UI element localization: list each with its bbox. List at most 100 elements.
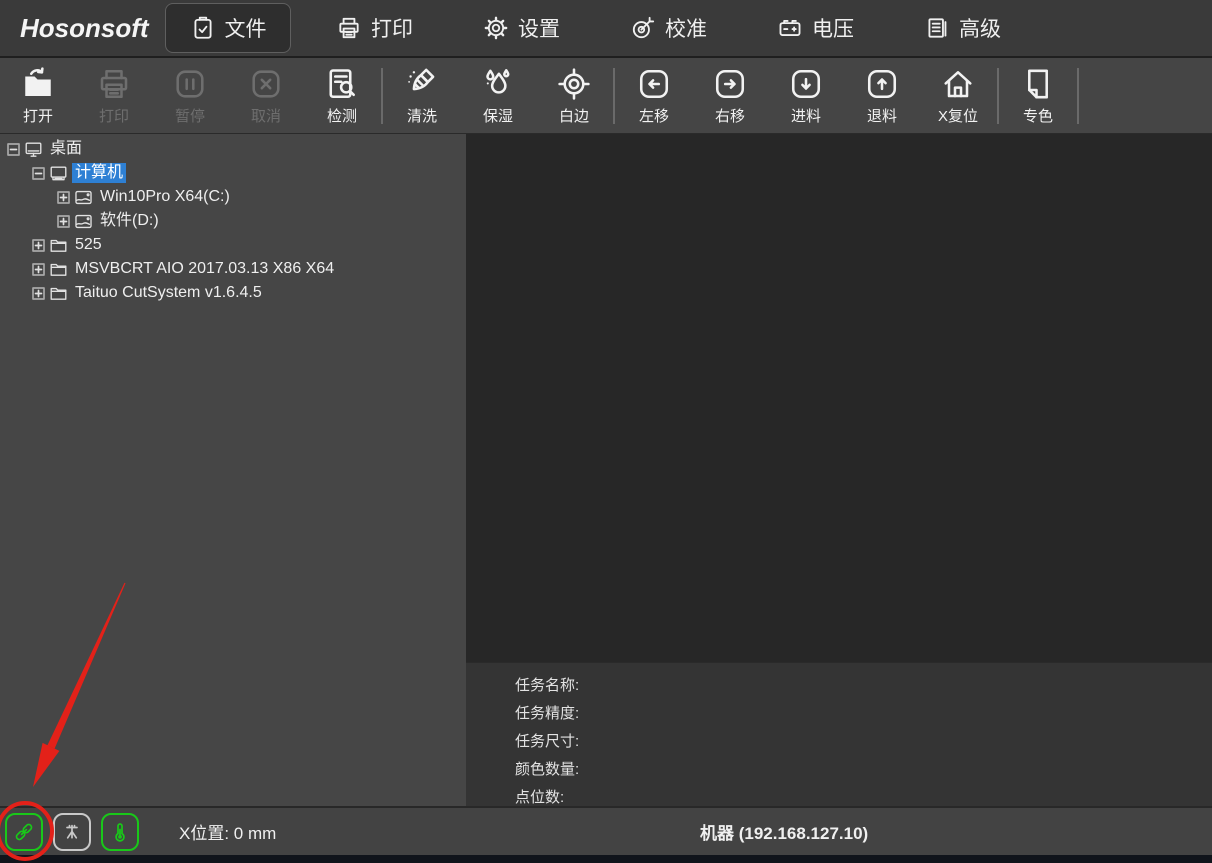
pause-square-icon bbox=[172, 66, 208, 102]
folded-page-icon bbox=[1020, 66, 1056, 102]
tool-x-reset[interactable]: X复位 bbox=[920, 60, 996, 132]
tool-pause[interactable]: 暂停 bbox=[152, 60, 228, 132]
tree-item-label: Taituo CutSystem v1.6.4.5 bbox=[72, 283, 265, 303]
home-icon bbox=[940, 66, 976, 102]
drive-icon bbox=[74, 188, 93, 207]
tree-item-folder-msvbcrt[interactable]: MSVBCRT AIO 2017.03.13 X86 X64 bbox=[0, 257, 466, 281]
task-size-label: 任务尺寸: bbox=[515, 726, 1212, 754]
tool-label: 打开 bbox=[23, 105, 53, 126]
arrow-down-square-icon bbox=[788, 66, 824, 102]
brush-icon bbox=[404, 66, 440, 102]
expand-toggle-icon[interactable] bbox=[57, 215, 70, 228]
nozzle-status-button[interactable] bbox=[53, 813, 91, 851]
temperature-status-button[interactable] bbox=[101, 813, 139, 851]
tree-item-label: 525 bbox=[72, 235, 105, 255]
tree-item-label: 软件(D:) bbox=[97, 211, 162, 231]
tree-item-drive-c[interactable]: Win10Pro X64(C:) bbox=[0, 185, 466, 209]
tab-label: 打印 bbox=[371, 13, 413, 43]
arrow-left-square-icon bbox=[636, 66, 672, 102]
arrow-right-square-icon bbox=[712, 66, 748, 102]
tab-label: 设置 bbox=[518, 13, 560, 43]
tab-voltage[interactable]: 电压 bbox=[742, 0, 889, 56]
toolbar-separator bbox=[997, 68, 999, 124]
printer-icon bbox=[96, 66, 132, 102]
tool-print[interactable]: 打印 bbox=[76, 60, 152, 132]
tool-label: 暂停 bbox=[175, 105, 205, 126]
tree-item-label: 桌面 bbox=[47, 139, 85, 159]
computer-icon bbox=[49, 164, 68, 183]
document-search-icon bbox=[324, 66, 360, 102]
tab-calibration[interactable]: 校准 bbox=[595, 0, 742, 56]
tool-moisturize[interactable]: 保湿 bbox=[460, 60, 536, 132]
expand-toggle-icon[interactable] bbox=[32, 263, 45, 276]
link-icon bbox=[12, 820, 36, 844]
tool-label: 白边 bbox=[559, 105, 589, 126]
tool-label: X复位 bbox=[938, 105, 978, 126]
arrow-up-square-icon bbox=[864, 66, 900, 102]
tool-detect[interactable]: 检测 bbox=[304, 60, 380, 132]
crosshair-icon bbox=[556, 66, 592, 102]
calibration-target-icon bbox=[630, 15, 656, 41]
expand-toggle-icon[interactable] bbox=[57, 191, 70, 204]
expand-toggle-icon[interactable] bbox=[32, 287, 45, 300]
tool-label: 右移 bbox=[715, 105, 745, 126]
toolbar-separator bbox=[613, 68, 615, 124]
tree-item-folder-525[interactable]: 525 bbox=[0, 233, 466, 257]
folder-icon bbox=[49, 236, 68, 255]
tool-cancel[interactable]: 取消 bbox=[228, 60, 304, 132]
brand-logo: Hosonsoft bbox=[0, 13, 155, 44]
tree-item-computer[interactable]: 计算机 bbox=[0, 161, 466, 185]
task-name-label: 任务名称: bbox=[515, 670, 1212, 698]
app-window: Hosonsoft 文件 打印 设置 bbox=[0, 0, 1212, 863]
tab-advanced[interactable]: 高级 bbox=[889, 0, 1036, 56]
task-info-panel: 任务名称: 任务精度: 任务尺寸: 颜色数量: 点位数: bbox=[466, 662, 1212, 806]
toolbar-separator bbox=[381, 68, 383, 124]
nozzle-icon bbox=[60, 820, 84, 844]
x-position-label: X位置: 0 mm bbox=[179, 819, 276, 844]
tree-item-label: Win10Pro X64(C:) bbox=[97, 187, 233, 207]
preview-area bbox=[466, 134, 1212, 662]
tool-open[interactable]: 打开 bbox=[0, 60, 76, 132]
desktop-icon bbox=[24, 140, 43, 159]
expand-toggle-icon[interactable] bbox=[32, 239, 45, 252]
tree-item-label-selected: 计算机 bbox=[72, 163, 126, 183]
battery-icon bbox=[777, 15, 803, 41]
tool-clean[interactable]: 清洗 bbox=[384, 60, 460, 132]
gear-icon bbox=[483, 15, 509, 41]
tool-move-left[interactable]: 左移 bbox=[616, 60, 692, 132]
tab-settings[interactable]: 设置 bbox=[448, 0, 595, 56]
tab-label: 高级 bbox=[959, 13, 1001, 43]
machine-label: 机器 (192.168.127.10) bbox=[700, 819, 868, 844]
connection-status-button[interactable] bbox=[5, 813, 43, 851]
tool-spot-color[interactable]: 专色 bbox=[1000, 60, 1076, 132]
collapse-toggle-icon[interactable] bbox=[7, 143, 20, 156]
tab-label: 电压 bbox=[812, 13, 854, 43]
tree-item-folder-taituo[interactable]: Taituo CutSystem v1.6.4.5 bbox=[0, 281, 466, 305]
cancel-square-icon bbox=[248, 66, 284, 102]
tool-white-edge[interactable]: 白边 bbox=[536, 60, 612, 132]
tab-file[interactable]: 文件 bbox=[165, 3, 291, 53]
tab-print[interactable]: 打印 bbox=[301, 0, 448, 56]
tree-item-label: MSVBCRT AIO 2017.03.13 X86 X64 bbox=[72, 259, 337, 279]
collapse-toggle-icon[interactable] bbox=[32, 167, 45, 180]
drive-icon bbox=[74, 212, 93, 231]
color-count-label: 颜色数量: bbox=[515, 754, 1212, 782]
tool-label: 专色 bbox=[1023, 105, 1053, 126]
tool-label: 保湿 bbox=[483, 105, 513, 126]
file-tree-panel: 桌面 计算机 Win10Pro bbox=[0, 134, 466, 806]
tool-label: 取消 bbox=[251, 105, 281, 126]
tool-retract[interactable]: 退料 bbox=[844, 60, 920, 132]
tree-item-drive-d[interactable]: 软件(D:) bbox=[0, 209, 466, 233]
tree-item-desktop[interactable]: 桌面 bbox=[0, 137, 466, 161]
tool-feed[interactable]: 进料 bbox=[768, 60, 844, 132]
tool-move-right[interactable]: 右移 bbox=[692, 60, 768, 132]
toolbar-separator bbox=[1077, 68, 1079, 124]
status-bar: X位置: 0 mm 机器 (192.168.127.10) bbox=[0, 806, 1212, 855]
tool-label: 检测 bbox=[327, 105, 357, 126]
toolbar: 打开 打印 暂停 取消 检测 bbox=[0, 58, 1212, 134]
bottom-strip bbox=[0, 855, 1212, 863]
water-drops-icon bbox=[480, 66, 516, 102]
folder-icon bbox=[49, 284, 68, 303]
tool-label: 左移 bbox=[639, 105, 669, 126]
tool-label: 清洗 bbox=[407, 105, 437, 126]
